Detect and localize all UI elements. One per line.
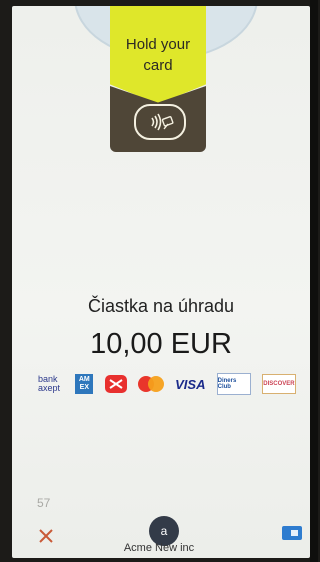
amount-label: Čiastka na úhradu <box>87 296 235 316</box>
merchant-name: Acme New inc <box>123 542 195 554</box>
payment-screen: Hold your card Čiastka na úhradu 10,00 E… <box>12 6 310 558</box>
discover-logo: DISCOVER <box>261 374 296 394</box>
menu-icon[interactable] <box>282 526 302 540</box>
screen-counter: 57 <box>37 496 51 510</box>
contactless-card-icon <box>134 104 186 140</box>
amount-value: 10,00 EUR <box>90 328 232 360</box>
dankort-logo <box>104 375 127 393</box>
visa-logo: VISA <box>175 376 206 392</box>
prompt-line-1: Hold your <box>125 36 191 53</box>
diners-club-logo: Diners Club <box>216 373 251 395</box>
accepted-cards-row: bank axept AM EX VISA Diners Club DISCOVE… <box>34 372 296 396</box>
prompt-text: Hold your card <box>110 34 206 76</box>
bank-axept-line-2: axept <box>37 383 61 393</box>
amex-logo: AM EX <box>75 374 94 394</box>
mastercard-logo <box>137 375 164 393</box>
hold-card-prompt: Hold your card <box>110 6 206 152</box>
prompt-line-2: card <box>143 57 173 74</box>
device-bezel <box>310 0 318 562</box>
bank-axept-logo: bank axept <box>34 373 64 395</box>
